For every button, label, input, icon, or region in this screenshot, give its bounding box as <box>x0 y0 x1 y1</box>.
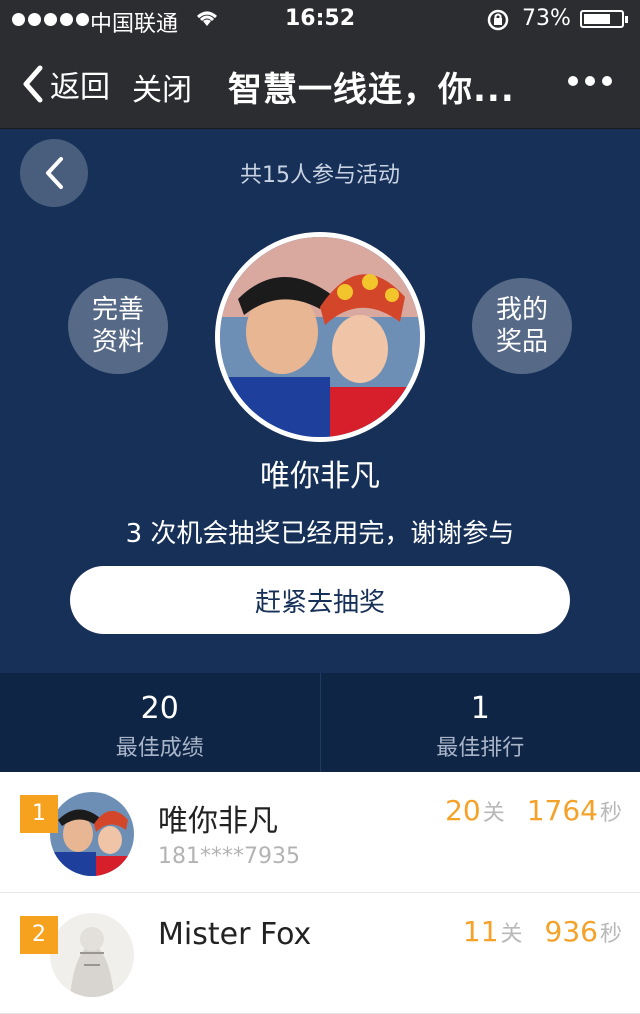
best-score-value: 20 <box>0 691 320 726</box>
levels-value: 11 <box>463 915 499 948</box>
complete-profile-label-line1: 完善 <box>92 294 144 326</box>
player-name: Mister Fox <box>158 917 311 952</box>
seconds-value: 1764 <box>527 794 598 827</box>
seconds-unit: 秒 <box>600 922 622 947</box>
battery-icon <box>580 10 624 28</box>
user-avatar[interactable] <box>215 232 425 442</box>
leaderboard-row[interactable]: 2 Mister Fox 11关 936秒 <box>0 893 640 1014</box>
back-label: 返回 <box>50 62 110 106</box>
participants-count: 共15人参与活动 <box>0 157 640 189</box>
player-name: 唯你非凡 <box>158 796 278 840</box>
levels-value: 20 <box>445 794 481 827</box>
player-score: 11关 936秒 <box>463 915 622 948</box>
best-rank-label: 最佳排行 <box>321 730 640 762</box>
page-title: 智慧一线连，你... <box>228 62 515 111</box>
player-avatar <box>50 792 134 876</box>
best-score-label: 最佳成绩 <box>0 730 320 762</box>
levels-unit: 关 <box>483 801 505 826</box>
chances-message: 3 次机会抽奖已经用完，谢谢参与 <box>0 513 640 550</box>
player-score: 20关 1764秒 <box>445 794 622 827</box>
player-phone: 181****7935 <box>158 844 300 869</box>
best-rank-value: 1 <box>321 691 640 726</box>
nav-bar: 返回 关闭 智慧一线连，你... <box>0 40 640 129</box>
my-prizes-label-line2: 奖品 <box>496 326 548 358</box>
seconds-value: 936 <box>545 915 598 948</box>
my-prizes-label-line1: 我的 <box>496 294 548 326</box>
rank-badge: 2 <box>20 916 58 954</box>
status-bar: 中国联通 16:52 73% <box>0 0 640 40</box>
close-button[interactable]: 关闭 <box>132 65 192 109</box>
best-rank-stat: 1 最佳排行 <box>320 673 640 772</box>
profile-section: 共15人参与活动 完善 资料 我的 奖品 唯你非凡 3 次机会抽奖已经用完，谢谢… <box>0 129 640 673</box>
stats-bar: 20 最佳成绩 1 最佳排行 <box>0 673 640 772</box>
back-button[interactable]: 返回 <box>20 62 110 106</box>
rank-badge: 1 <box>20 795 58 833</box>
my-prizes-button[interactable]: 我的 奖品 <box>472 278 572 374</box>
complete-profile-label-line2: 资料 <box>92 326 144 358</box>
player-avatar <box>50 913 134 997</box>
levels-unit: 关 <box>501 922 523 947</box>
complete-profile-button[interactable]: 完善 资料 <box>68 278 168 374</box>
lottery-button[interactable]: 赶紧去抽奖 <box>70 566 570 634</box>
leaderboard-list: 1 唯你非凡 181****7935 20关1764秒 2 Mister Fox… <box>0 772 640 960</box>
battery-percentage: 73% <box>522 6 571 31</box>
leaderboard-row[interactable]: 1 唯你非凡 181****7935 20关 1764秒 <box>0 772 640 893</box>
seconds-unit: 秒 <box>600 801 622 826</box>
more-options-icon[interactable] <box>568 76 612 86</box>
chevron-left-icon <box>20 64 44 104</box>
best-score-stat: 20 最佳成绩 <box>0 673 320 772</box>
username: 唯你非凡 <box>0 451 640 495</box>
rotation-lock-icon <box>486 8 510 38</box>
